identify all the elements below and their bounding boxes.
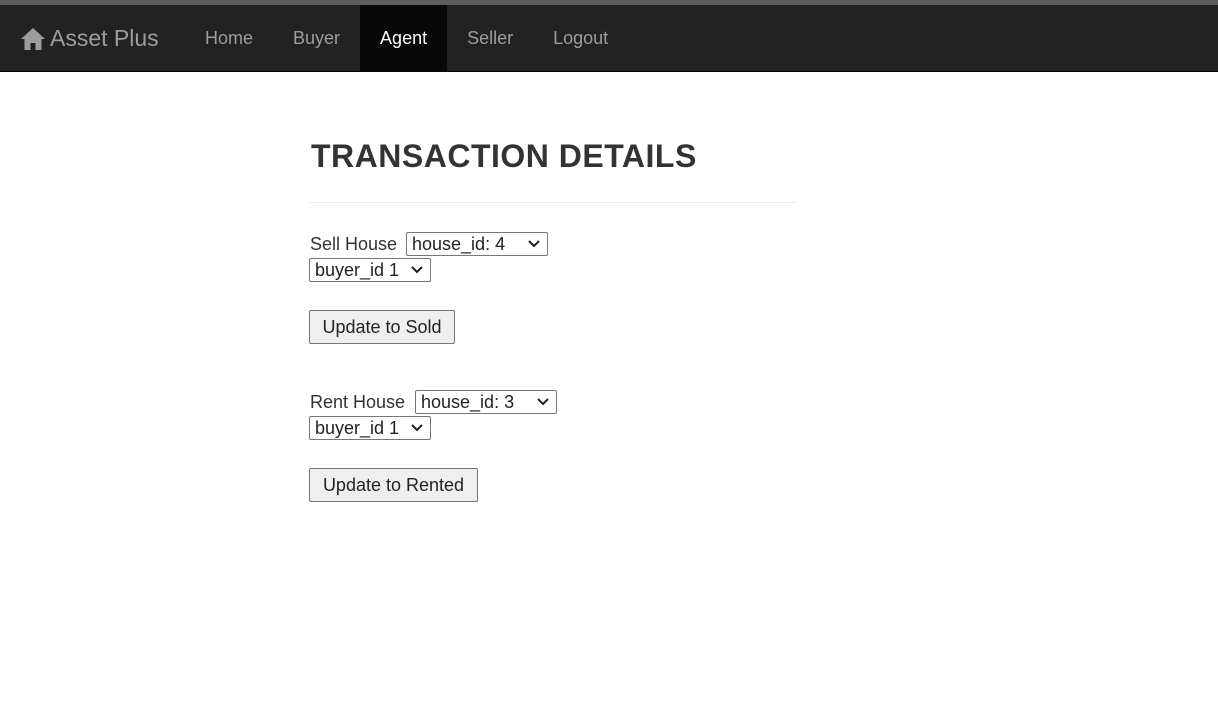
nav-menu: Home Buyer Agent Seller Logout: [185, 5, 628, 72]
home-icon: [20, 27, 46, 51]
chevron-down-icon: [411, 266, 423, 274]
brand-label: Asset Plus: [50, 25, 159, 51]
rent-house-select-value: house_id: 3: [421, 391, 515, 412]
page-title: TRANSACTION DETAILS: [311, 138, 697, 174]
sell-house-label: Sell House: [310, 234, 398, 254]
nav-item-agent[interactable]: Agent: [360, 5, 448, 72]
rent-house-select[interactable]: house_id: 3: [415, 390, 557, 414]
rent-house-label: Rent House: [310, 392, 406, 412]
update-to-rented-button[interactable]: Update to Rented: [309, 468, 478, 502]
sell-house-select-value: house_id: 4: [412, 233, 506, 254]
update-to-sold-button[interactable]: Update to Sold: [309, 310, 455, 344]
top-navbar: Asset Plus Home Buyer Agent Seller Logou…: [0, 5, 1218, 72]
nav-item-logout[interactable]: Logout: [533, 5, 628, 72]
nav-item-buyer[interactable]: Buyer: [273, 5, 360, 72]
chevron-down-icon: [411, 424, 423, 432]
chevron-down-icon: [528, 240, 540, 248]
rent-buyer-select-value: buyer_id 1: [315, 417, 400, 438]
brand-link[interactable]: Asset Plus: [20, 5, 159, 72]
rent-buyer-select[interactable]: buyer_id 1: [309, 416, 431, 440]
nav-item-seller[interactable]: Seller: [447, 5, 533, 72]
sell-buyer-select-value: buyer_id 1: [315, 259, 400, 280]
sell-buyer-select[interactable]: buyer_id 1: [309, 258, 431, 282]
nav-item-home[interactable]: Home: [185, 5, 273, 72]
chevron-down-icon: [537, 398, 549, 406]
title-divider: [309, 202, 797, 203]
sell-house-select[interactable]: house_id: 4: [406, 232, 548, 256]
